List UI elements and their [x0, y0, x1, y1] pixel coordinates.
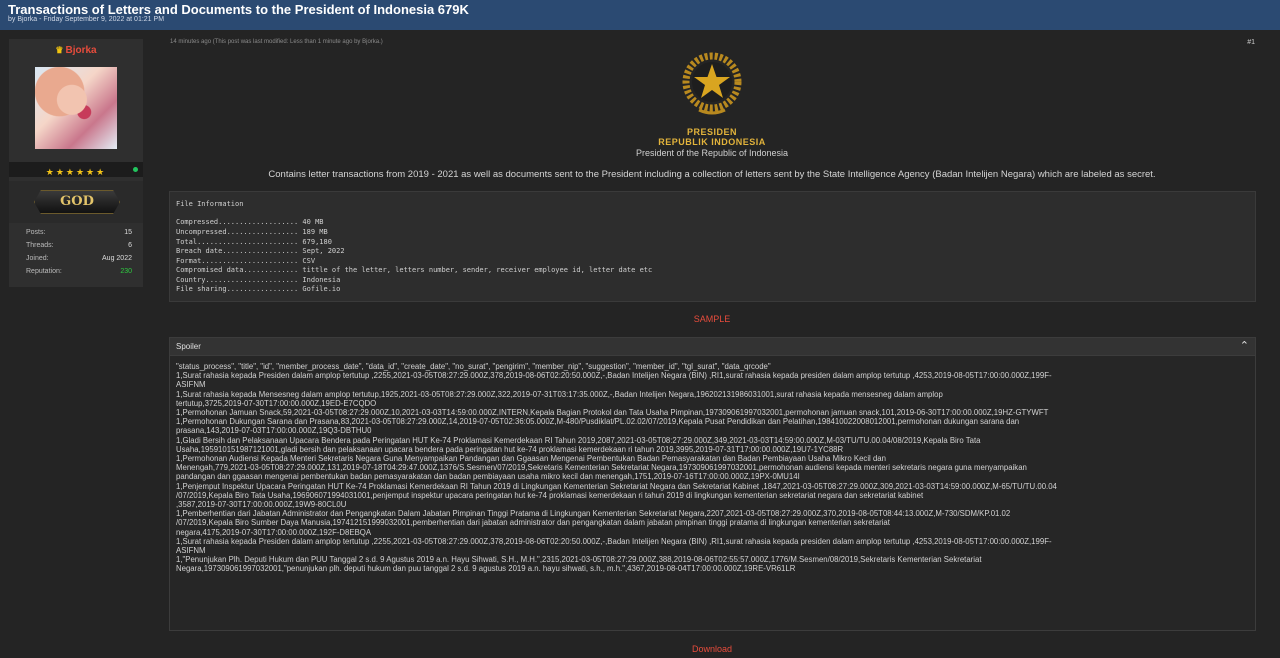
crown-icon: ♛ — [55, 45, 64, 55]
stat-posts: Posts: 15 — [26, 229, 132, 242]
chevron-up-icon[interactable]: ⌃ — [1240, 339, 1249, 352]
stat-label: Threads: — [26, 242, 54, 249]
spoiler-line: Negara,197309061997032001,"penunjukan pl… — [176, 564, 796, 574]
emblem-subtitle: President of the Republic of Indonesia — [635, 148, 789, 158]
stat-label: Reputation: — [26, 268, 62, 275]
post-number-link[interactable]: #1 — [1247, 39, 1255, 46]
spoiler-line: prasana,143,2019-07-03T17:00:00.000Z,19Q… — [176, 426, 372, 436]
spoiler-line: ASIFNM — [176, 546, 206, 556]
spoiler-line: 1,"Penunjukan Plh. Deputi Hukum dan PUU … — [176, 555, 982, 565]
download-link[interactable]: Download — [170, 644, 1254, 654]
spoiler-header[interactable]: Spoiler ⌃ — [170, 338, 1255, 356]
spoiler-line: 1,Pemberhentian dari Jabatan Administrat… — [176, 509, 1011, 519]
code-line: Breach date.................. Sept, 2022 — [176, 247, 345, 255]
spoiler-line: negara,4175,2019-07-30T17:00:00.000Z,192… — [176, 527, 372, 537]
spoiler-line: 1,Surat rahasia kepada Presiden dalam am… — [176, 371, 1052, 381]
user-stars-bar: ★★★★★★ — [9, 162, 143, 177]
emblem-line-1: PRESIDEN — [686, 127, 737, 137]
spoiler-line: ASIFNM — [176, 380, 206, 390]
post-description: Contains letter transactions from 2019 -… — [268, 169, 1156, 180]
spoiler-line: tertutup,3725,2019-07-30T17:00:00.000Z,1… — [176, 398, 377, 408]
spoiler-line: 1,Surat rahasia kepada Mensesneg dalam a… — [176, 389, 943, 399]
god-rank-badge: GOD — [34, 190, 120, 214]
thread-header: Transactions of Letters and Documents to… — [0, 0, 1280, 30]
stat-threads: Threads: 6 — [26, 242, 132, 255]
user-stats: Posts: 15 Threads: 6 Joined: Aug 2022 Re… — [26, 229, 132, 281]
spoiler-line: ,3587,2019-07-30T17:00:00.000Z,19W9-80CL… — [176, 500, 347, 510]
stat-value: 15 — [124, 229, 132, 236]
user-panel: ♛ Bjorka ★★★★★★ GOD Posts: 15 Threads: 6 … — [9, 39, 143, 287]
spoiler-line: 1,Permohonan Jamuan Snack,59,2021-03-05T… — [176, 408, 1049, 418]
spoiler-line: /07/2019,Kepala Biro Sumber Daya Manusia… — [176, 518, 890, 528]
spoiler-line: 1,Permohonan Dukungan Sarana dan Prasana… — [176, 417, 1020, 427]
stat-reputation: Reputation: 230 — [26, 268, 132, 281]
code-line: Format....................... CSV — [176, 257, 316, 265]
spoiler-line: /07/2019,Kepala Biro Tata Usaha,19690607… — [176, 490, 924, 500]
code-line: Compromised data............. tittle of … — [176, 266, 653, 274]
spoiler-line: 1,Gladi Bersih dan Pelaksanaan Upacara B… — [176, 435, 981, 445]
spoiler-line: 1,Surat rahasia kepada Presiden dalam am… — [176, 536, 1052, 546]
post-meta: 14 minutes ago (This post was last modif… — [170, 39, 383, 45]
code-line: Uncompressed................. 189 MB — [176, 228, 328, 236]
spoiler-line: Usaha,195910151987121001,gladi bersih da… — [176, 444, 844, 454]
code-line: Country...................... Indonesia — [176, 276, 341, 284]
avatar[interactable] — [35, 67, 117, 149]
online-status-icon — [133, 167, 138, 172]
spoiler-line: "status_process", "title", "id", "member… — [176, 362, 771, 371]
stat-value: 6 — [128, 242, 132, 249]
stat-joined: Joined: Aug 2022 — [26, 255, 132, 268]
thread-byline: by Bjorka - Friday September 9, 2022 at … — [8, 16, 165, 23]
code-line: Total........................ 679,180 — [176, 238, 332, 246]
thread-title: Transactions of Letters and Documents to… — [8, 2, 469, 17]
stat-label: Joined: — [26, 255, 49, 262]
emblem-line-2: REPUBLIK INDONESIA — [658, 137, 766, 147]
stat-value: 230 — [120, 268, 132, 275]
spoiler-line: pandangan dan ggaasan mengenai pembentuk… — [176, 472, 800, 482]
spoiler-line: 1,Permohonan Audiensi Kepada Menteri Sek… — [176, 454, 886, 464]
username-text: Bjorka — [65, 45, 97, 56]
sample-label: SAMPLE — [693, 314, 731, 324]
emblem-title: PRESIDEN REPUBLIK INDONESIA — [600, 127, 824, 147]
spoiler-content: "status_process", "title", "id", "member… — [176, 362, 1246, 574]
rank-badge-label: GOD — [60, 194, 94, 209]
spoiler-line: Menengah,779,2021-03-05T08:27:29.000Z,13… — [176, 463, 1027, 473]
code-line: Compressed................... 40 MB — [176, 218, 324, 226]
stat-value: Aug 2022 — [102, 255, 132, 262]
code-line: File Information — [176, 200, 244, 208]
spoiler-title: Spoiler — [176, 342, 201, 351]
spoiler-line: 1,Penjemput Inspektur Upacara Peringatan… — [176, 481, 1057, 491]
file-info-codebox: File Information Compressed.............… — [169, 191, 1256, 302]
username-link[interactable]: ♛ Bjorka — [9, 45, 143, 56]
code-line: File sharing................. Gofile.io — [176, 285, 341, 293]
rank-box: GOD — [9, 181, 143, 223]
presidential-emblem-icon — [682, 52, 742, 115]
stat-label: Posts: — [26, 229, 46, 236]
rank-stars: ★★★★★★ — [45, 167, 107, 177]
spoiler-box: Spoiler ⌃ "status_process", "title", "id… — [169, 337, 1256, 631]
